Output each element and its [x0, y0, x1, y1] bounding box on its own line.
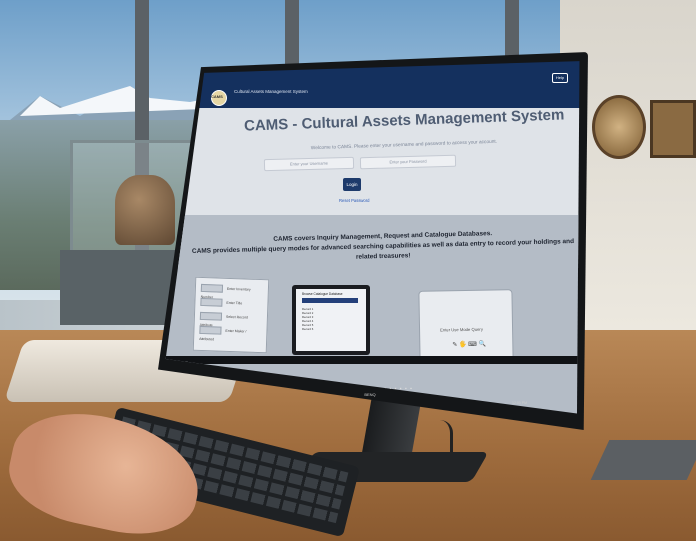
mode-query-card: Enter Use Mode Query ✎ 🖐 ⌨ 🔍	[418, 289, 514, 363]
cams-logo: CAMS	[211, 90, 227, 106]
query-input-box	[200, 298, 223, 307]
sculpture-artifact	[115, 175, 175, 245]
catalogue-tablet-card: Browse Catalogue Database Record 1 Recor…	[292, 285, 370, 355]
tablet-bar	[302, 298, 358, 303]
mode-query-title: Enter Use Mode Query	[440, 326, 483, 333]
round-artifact	[592, 95, 646, 159]
login-button[interactable]: Login	[343, 178, 361, 191]
query-row: Select Record Attribute	[199, 311, 260, 327]
mode-icons: ✎ 🖐 ⌨ 🔍	[452, 341, 487, 349]
username-field[interactable]: Enter your Username	[263, 156, 355, 172]
query-fields-card: Enter Inventory Number Enter Title Selec…	[192, 276, 270, 354]
query-row: Enter Inventory Number	[200, 284, 261, 299]
query-row-label: Enter Title	[226, 300, 243, 306]
query-input-box	[199, 325, 222, 335]
office-scene: CAMS Cultural Assets Management System H…	[0, 0, 696, 541]
desk-pad	[590, 440, 696, 480]
password-field[interactable]: Enter your Password	[359, 154, 457, 170]
query-row: Enter Maker / Attributed	[199, 325, 259, 341]
tablet-list: Record 1 Record 2 Record 3 Record 4 Reco…	[302, 307, 313, 331]
os-taskbar	[165, 356, 580, 364]
framed-artwork	[650, 100, 696, 158]
reset-password-link[interactable]: Reset Password	[339, 198, 370, 203]
query-input-box	[199, 311, 223, 321]
monitor-brand-logo: BENQ	[364, 392, 376, 397]
query-row: Enter Title	[200, 298, 260, 309]
list-item: Record 6	[302, 327, 314, 331]
taskbar-clock: 12:00 PM	[512, 401, 527, 405]
help-button[interactable]: Help	[552, 73, 568, 83]
monitor-screen: CAMS Cultural Assets Management System H…	[165, 61, 580, 414]
tablet-screen: Browse Catalogue Database Record 1 Recor…	[296, 289, 366, 351]
query-input-box	[200, 284, 224, 293]
logo-text: CAMS	[211, 94, 223, 99]
tablet-title: Browse Catalogue Database	[302, 292, 343, 296]
header-system-label: Cultural Assets Management System	[234, 89, 308, 94]
